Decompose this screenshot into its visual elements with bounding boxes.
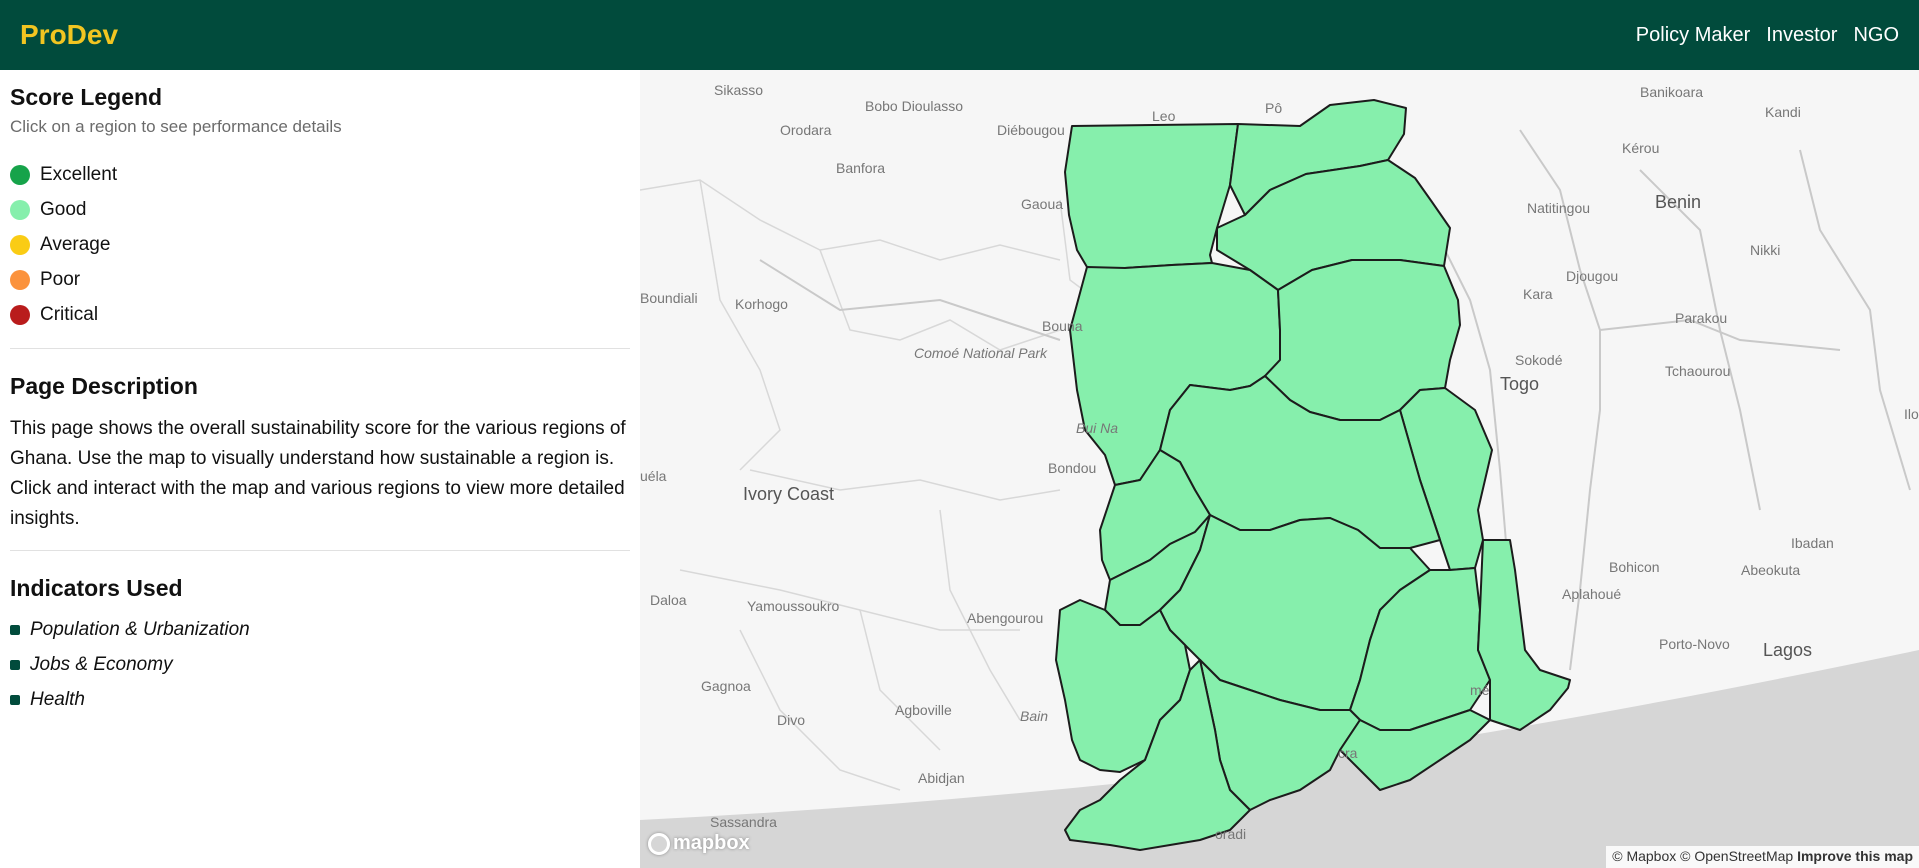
map-label: Natitingou (1527, 200, 1591, 216)
legend-item-excellent: Excellent (10, 157, 630, 192)
map-label: oradi (1215, 826, 1247, 842)
improve-map-link[interactable]: Improve this map (1797, 848, 1913, 864)
poor-dot-icon (10, 269, 30, 290)
indicator-item: Jobs & Economy (10, 647, 630, 682)
map-label: Bohicon (1609, 559, 1660, 575)
map-label: Banikoara (1640, 84, 1704, 100)
map-label: Bobo Dioulasso (865, 98, 964, 114)
indicator-label: Health (30, 688, 85, 710)
legend-subtitle: Click on a region to see performance det… (10, 117, 342, 136)
legend-title: Score Legend (10, 84, 163, 110)
indicator-label: Jobs & Economy (30, 653, 173, 675)
divider (10, 348, 630, 349)
legend-label: Poor (40, 268, 81, 290)
map-label: Kérou (1622, 140, 1660, 156)
mapbox-logo-text: mapbox (673, 832, 750, 854)
map-label: Porto-Novo (1659, 636, 1730, 652)
map-label: Leo (1152, 108, 1176, 124)
critical-dot-icon (10, 304, 30, 325)
description-title: Page Description (10, 373, 198, 399)
attribution-text[interactable]: © Mapbox © OpenStreetMap (1612, 848, 1793, 864)
map-label: Abeokuta (1741, 562, 1801, 578)
nav-link-investor[interactable]: Investor (1766, 24, 1837, 47)
brand-logo[interactable]: ProDev (20, 19, 118, 51)
mapbox-icon (648, 832, 670, 855)
map-label: Korhogo (735, 296, 788, 312)
map-label: Bouna (1042, 318, 1083, 334)
map-label: Benin (1655, 192, 1702, 212)
map-label: Bui Na (1076, 420, 1119, 436)
map-label: Gagnoa (701, 678, 751, 694)
nav-links: Policy Maker Investor NGO (1636, 24, 1899, 47)
map-label: Nikki (1750, 242, 1781, 258)
map-label: Pô (1265, 100, 1283, 116)
map-label: Kandi (1765, 104, 1801, 120)
region-volta[interactable] (1477, 539, 1571, 731)
excellent-dot-icon (10, 164, 30, 185)
nav-link-ngo[interactable]: NGO (1853, 24, 1899, 47)
map-label: Orodara (780, 122, 832, 138)
basemap-svg (640, 99, 1919, 868)
map-label: Parakou (1675, 310, 1728, 326)
average-dot-icon (10, 234, 30, 255)
nav-link-policy-maker[interactable]: Policy Maker (1636, 24, 1750, 47)
map-label: Bain (1020, 708, 1049, 724)
map-label: Banfora (836, 160, 886, 176)
bullet-icon (10, 624, 20, 635)
border-lines (640, 179, 1111, 791)
map-label: Sokodé (1515, 352, 1563, 368)
map-label: Lagos (1763, 640, 1813, 660)
map-label: Ilo (1904, 406, 1919, 422)
legend-label: Excellent (40, 163, 118, 185)
map-label: uéla (640, 468, 667, 484)
map-label: Diébougou (997, 122, 1065, 138)
legend-item-good: Good (10, 192, 630, 227)
map-label: Abengourou (967, 610, 1044, 626)
bullet-icon (10, 659, 20, 670)
map-label: Boundiali (640, 290, 698, 306)
top-navbar: ProDev Policy Maker Investor NGO (0, 0, 1919, 70)
indicators-title: Indicators Used (10, 575, 183, 601)
map-label: mé (1470, 682, 1490, 698)
map-label: Divo (777, 712, 806, 728)
good-dot-icon (10, 199, 30, 220)
map-label: Daloa (650, 592, 687, 608)
description-text: This page shows the overall sustainabili… (10, 418, 626, 529)
map-label: Aplahoué (1562, 586, 1622, 602)
map-label: cra (1338, 745, 1358, 761)
legend-label: Average (40, 233, 111, 255)
map-label: Yamoussoukro (747, 598, 840, 614)
map-label: Togo (1500, 374, 1540, 394)
indicator-item: Health (10, 682, 630, 717)
map-label: Gaoua (1021, 196, 1064, 212)
map-attribution: © Mapbox © OpenStreetMap Improve this ma… (1606, 846, 1919, 868)
map-label: Djougou (1566, 268, 1619, 284)
map-label: Kara (1523, 286, 1553, 302)
legend-item-critical: Critical (10, 297, 630, 332)
map-label: Abidjan (918, 770, 965, 786)
indicator-item: Population & Urbanization (10, 612, 630, 647)
legend-label: Good (40, 198, 87, 220)
map-label: Bondou (1048, 460, 1097, 476)
map-label: Ivory Coast (743, 484, 835, 504)
bullet-icon (10, 694, 20, 705)
map-label: Ibadan (1791, 535, 1834, 551)
map-canvas[interactable]: Sikasso Bobo Dioulasso Orodara Diébougou… (640, 70, 1919, 868)
legend-item-average: Average (10, 227, 630, 262)
map-label: Sikasso (714, 82, 764, 98)
map-label: Tchaourou (1665, 363, 1731, 379)
map-label: Sassandra (710, 814, 777, 830)
map-label: Agboville (895, 702, 952, 718)
divider (10, 550, 630, 551)
indicator-label: Population & Urbanization (30, 618, 250, 640)
sidebar: Score Legend Click on a region to see pe… (0, 70, 640, 868)
mapbox-logo[interactable]: mapbox (648, 832, 750, 855)
region-upper-west[interactable] (1064, 123, 1239, 271)
legend-label: Critical (40, 303, 99, 325)
legend-item-poor: Poor (10, 262, 630, 297)
map-label: Comoé National Park (914, 345, 1048, 361)
